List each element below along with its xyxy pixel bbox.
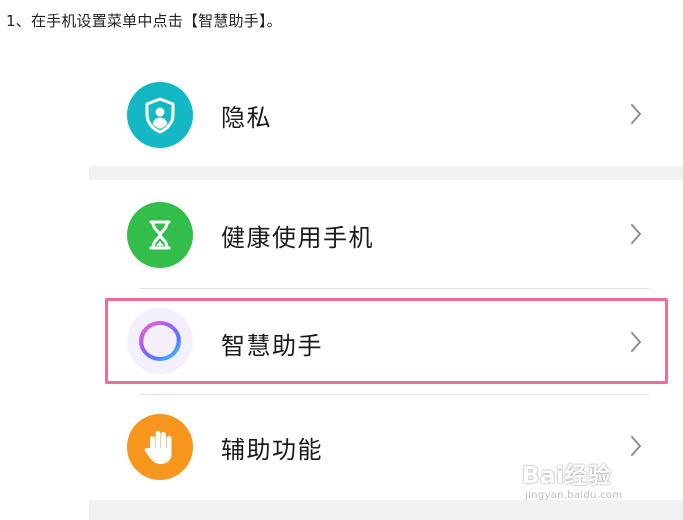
highlight-box — [105, 298, 668, 384]
divider — [139, 394, 649, 395]
settings-item-label: 健康使用手机 — [221, 224, 374, 252]
settings-item-label: 辅助功能 — [221, 436, 323, 464]
watermark-logo-text: Bai经验 — [522, 463, 612, 489]
shield-user-icon — [127, 82, 193, 148]
watermark-url: jingyan.baidu.com — [525, 490, 623, 501]
section-gap — [89, 166, 683, 180]
hourglass-icon — [127, 202, 193, 268]
settings-screenshot: 隐私 健康使用手机 智慧助手 辅助功能 — [89, 64, 683, 520]
settings-item-label: 隐私 — [221, 104, 272, 132]
baidu-jingyan-watermark: Bai经验 jingyan.baidu.com — [522, 454, 652, 510]
hand-icon — [127, 414, 193, 480]
chevron-right-icon — [629, 102, 643, 130]
instruction-text: 1、在手机设置菜单中点击【智慧助手】。 — [6, 12, 282, 30]
settings-item-privacy[interactable]: 隐私 — [89, 64, 683, 164]
divider — [139, 288, 649, 289]
settings-item-digital-balance[interactable]: 健康使用手机 — [89, 184, 683, 284]
chevron-right-icon — [629, 222, 643, 250]
